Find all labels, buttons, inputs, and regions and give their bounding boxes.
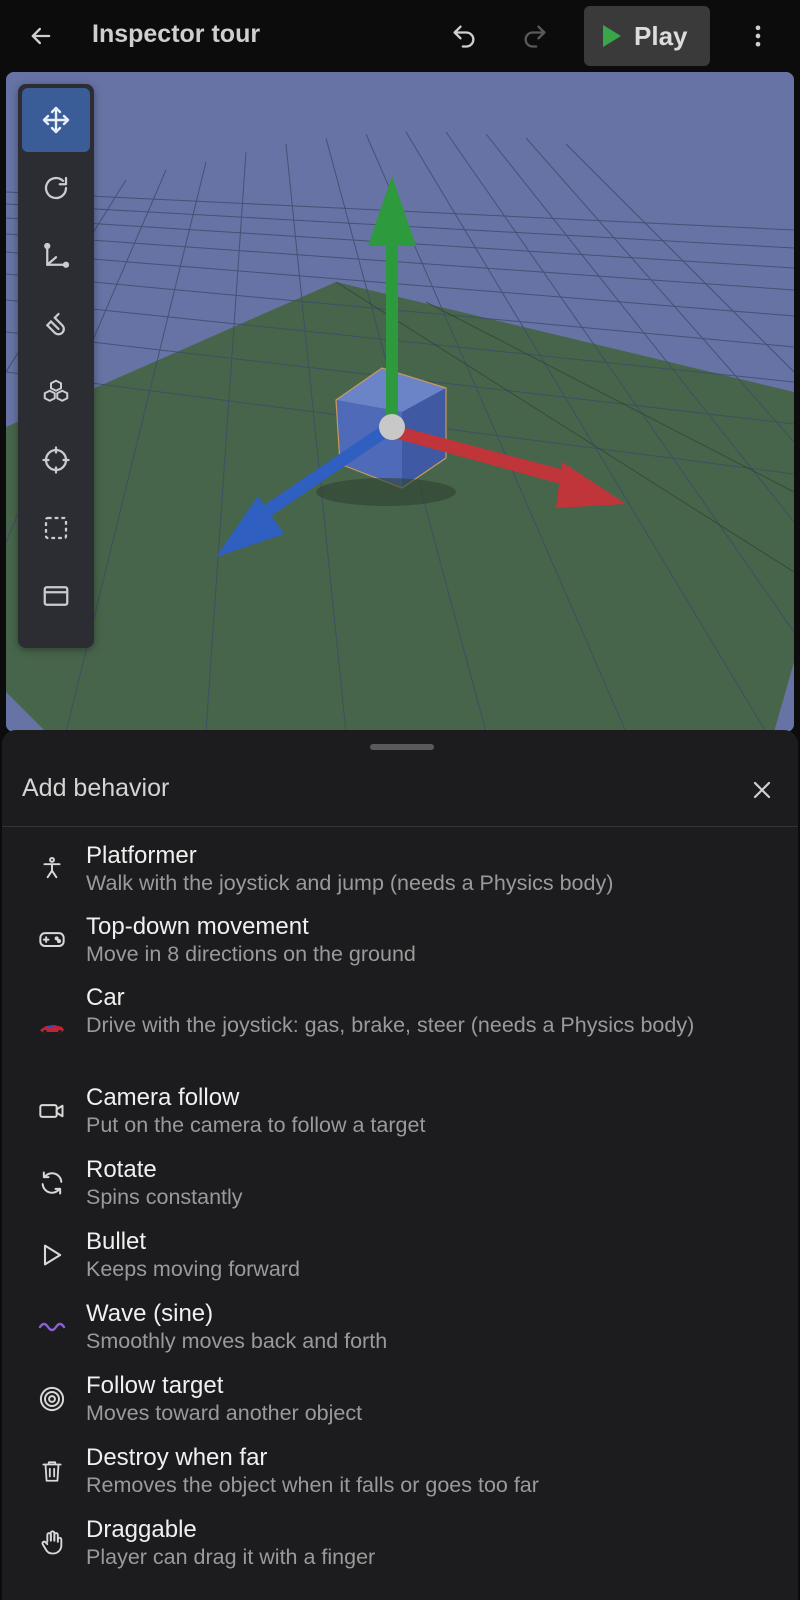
tool-rail xyxy=(18,84,94,648)
behavior-desc: Removes the object when it falls or goes… xyxy=(86,1473,539,1497)
play-label: Play xyxy=(634,20,688,51)
undo-button[interactable] xyxy=(440,12,488,60)
behavior-item-draggable[interactable]: Draggable Player can drag it with a fing… xyxy=(2,1506,798,1576)
behavior-desc: Keeps moving forward xyxy=(86,1257,300,1281)
behavior-name: Rotate xyxy=(86,1156,157,1183)
close-button[interactable] xyxy=(740,768,784,812)
behavior-desc: Put on the camera to follow a target xyxy=(86,1113,426,1137)
add-object-tool[interactable] xyxy=(22,360,90,424)
hand-icon xyxy=(32,1523,72,1563)
scene-viewport[interactable] xyxy=(6,72,794,732)
sheet-title: Add behavior xyxy=(22,774,170,802)
play-outline-icon xyxy=(32,1235,72,1275)
select-area-tool[interactable] xyxy=(22,496,90,560)
behavior-name: Follow target xyxy=(86,1372,224,1399)
redo-icon xyxy=(524,25,546,48)
behavior-name: Camera follow xyxy=(86,1084,240,1111)
add-behavior-sheet: Add behavior Platformer Walk with the jo… xyxy=(2,730,798,1600)
behavior-desc: Move in 8 directions on the ground xyxy=(86,942,416,966)
focus-tool[interactable] xyxy=(22,428,90,492)
play-icon xyxy=(603,25,621,47)
more-menu-button[interactable] xyxy=(734,12,782,60)
behavior-desc: Walk with the joystick and jump (needs a… xyxy=(86,871,614,895)
sheet-divider xyxy=(2,826,798,827)
behavior-name: Wave (sine) xyxy=(86,1300,214,1327)
dashed-square-icon xyxy=(44,516,68,540)
arrow-left-icon xyxy=(31,27,51,45)
rotate-tool[interactable] xyxy=(22,156,90,220)
behavior-name: Top-down movement xyxy=(86,913,309,940)
behavior-name: Bullet xyxy=(86,1228,147,1255)
behavior-item-camera-follow[interactable]: Camera follow Put on the camera to follo… xyxy=(2,1074,798,1144)
target-icon xyxy=(32,1379,72,1419)
behavior-item-top-down-movement[interactable]: Top-down movement Move in 8 directions o… xyxy=(2,902,798,972)
sheet-drag-handle[interactable] xyxy=(370,744,434,750)
editor-app: Inspector tour Play Add behavior Platfor… xyxy=(0,0,800,1600)
video-camera-icon xyxy=(32,1091,72,1131)
scene-render xyxy=(6,72,794,732)
close-icon xyxy=(753,781,771,799)
undo-icon xyxy=(453,25,475,48)
trash-icon xyxy=(32,1451,72,1491)
behavior-item-car[interactable]: Car Drive with the joystick: gas, brake,… xyxy=(2,974,798,1072)
window-tool[interactable] xyxy=(22,564,90,628)
behavior-item-wave[interactable]: Wave (sine) Smoothly moves back and fort… xyxy=(2,1290,798,1360)
behavior-name: Destroy when far xyxy=(86,1444,268,1471)
behavior-desc: Smoothly moves back and forth xyxy=(86,1329,388,1353)
back-button[interactable] xyxy=(17,12,65,60)
refresh-icon xyxy=(32,1163,72,1203)
behavior-item-bullet[interactable]: Bullet Keeps moving forward xyxy=(2,1218,798,1288)
window-icon xyxy=(43,586,69,606)
scale-tool[interactable] xyxy=(22,224,90,288)
behavior-name: Car xyxy=(86,984,125,1011)
top-bar: Inspector tour Play xyxy=(0,0,800,72)
behavior-name: Draggable xyxy=(86,1516,197,1543)
race-car-icon xyxy=(32,1007,72,1047)
behavior-desc: Drive with the joystick: gas, brake, ste… xyxy=(86,1013,695,1037)
snap-tool[interactable] xyxy=(22,292,90,356)
page-title: Inspector tour xyxy=(92,20,261,48)
behavior-item-destroy-when-far[interactable]: Destroy when far Removes the object when… xyxy=(2,1434,798,1504)
behavior-item-platformer[interactable]: Platformer Walk with the joystick and ju… xyxy=(2,830,798,900)
gizmo-center xyxy=(379,414,405,440)
scale-axes-icon xyxy=(44,242,70,268)
behavior-desc: Moves toward another object xyxy=(86,1401,363,1425)
behavior-desc: Spins constantly xyxy=(86,1185,243,1209)
play-button[interactable]: Play xyxy=(584,6,710,66)
person-icon xyxy=(32,848,72,888)
more-vertical-icon xyxy=(755,25,761,47)
move-arrows-icon xyxy=(42,106,70,134)
redo-button[interactable] xyxy=(511,12,559,60)
cubes-icon xyxy=(43,379,69,402)
behavior-desc: Player can drag it with a finger xyxy=(86,1545,376,1569)
wave-icon xyxy=(32,1307,72,1347)
behavior-name: Platformer xyxy=(86,842,197,869)
rotate-icon xyxy=(44,176,68,200)
behavior-item-follow-target[interactable]: Follow target Moves toward another objec… xyxy=(2,1362,798,1432)
behavior-item-rotate[interactable]: Rotate Spins constantly xyxy=(2,1146,798,1216)
magnet-icon xyxy=(46,312,65,336)
gamepad-icon xyxy=(32,919,72,959)
move-tool[interactable] xyxy=(22,88,90,152)
crosshair-icon xyxy=(42,446,70,474)
